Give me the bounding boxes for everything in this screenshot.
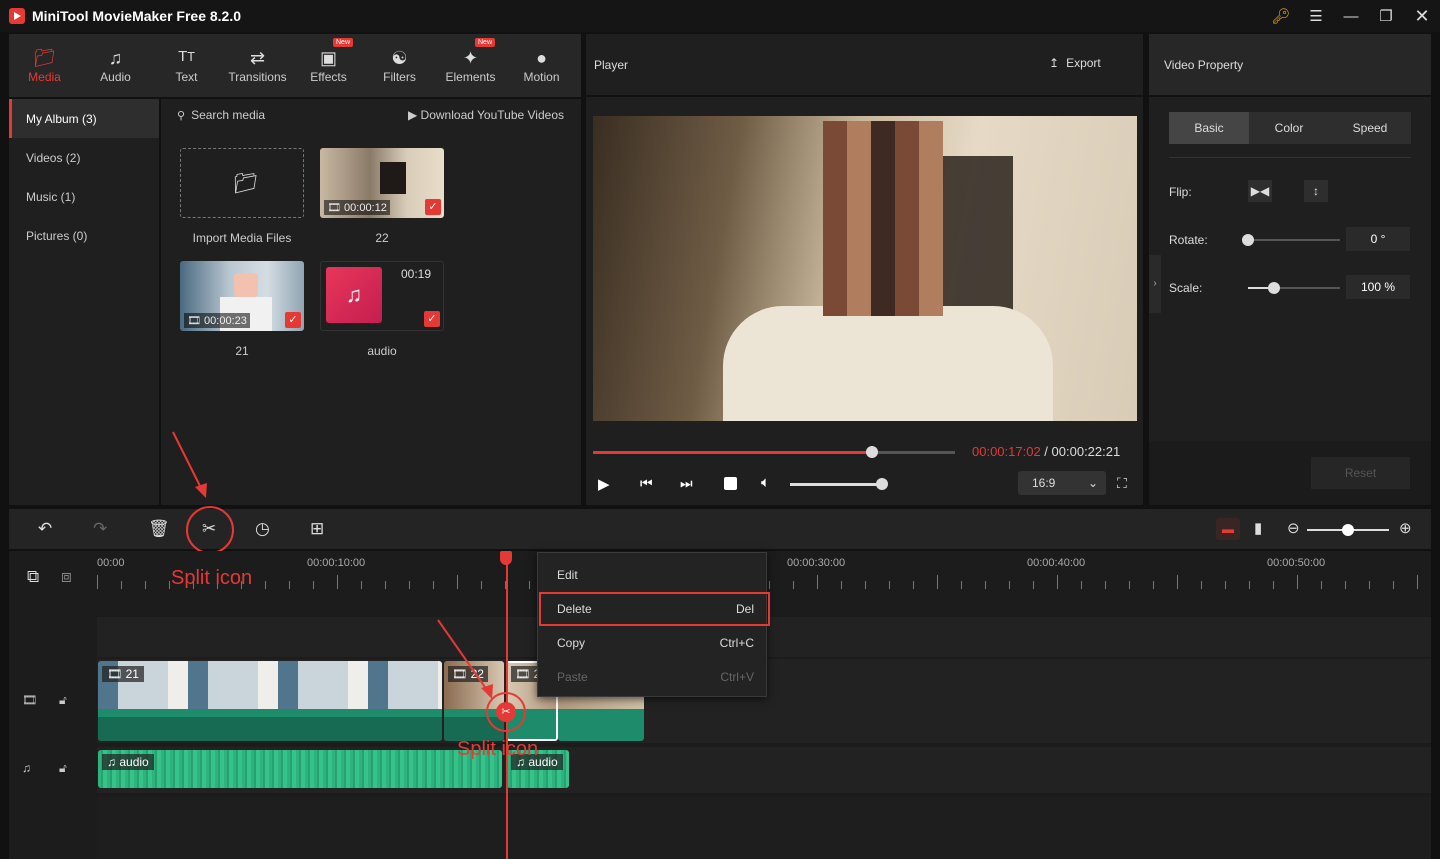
arrow-line <box>437 619 488 691</box>
arrow-head <box>195 483 207 498</box>
annotation-arrows <box>172 431 493 699</box>
arrow-line <box>172 431 203 491</box>
annotation-split-icon-bottom: Split icon <box>457 738 539 760</box>
annotation-split-icon-top: Split icon <box>171 567 253 589</box>
arrow-head <box>481 684 493 699</box>
